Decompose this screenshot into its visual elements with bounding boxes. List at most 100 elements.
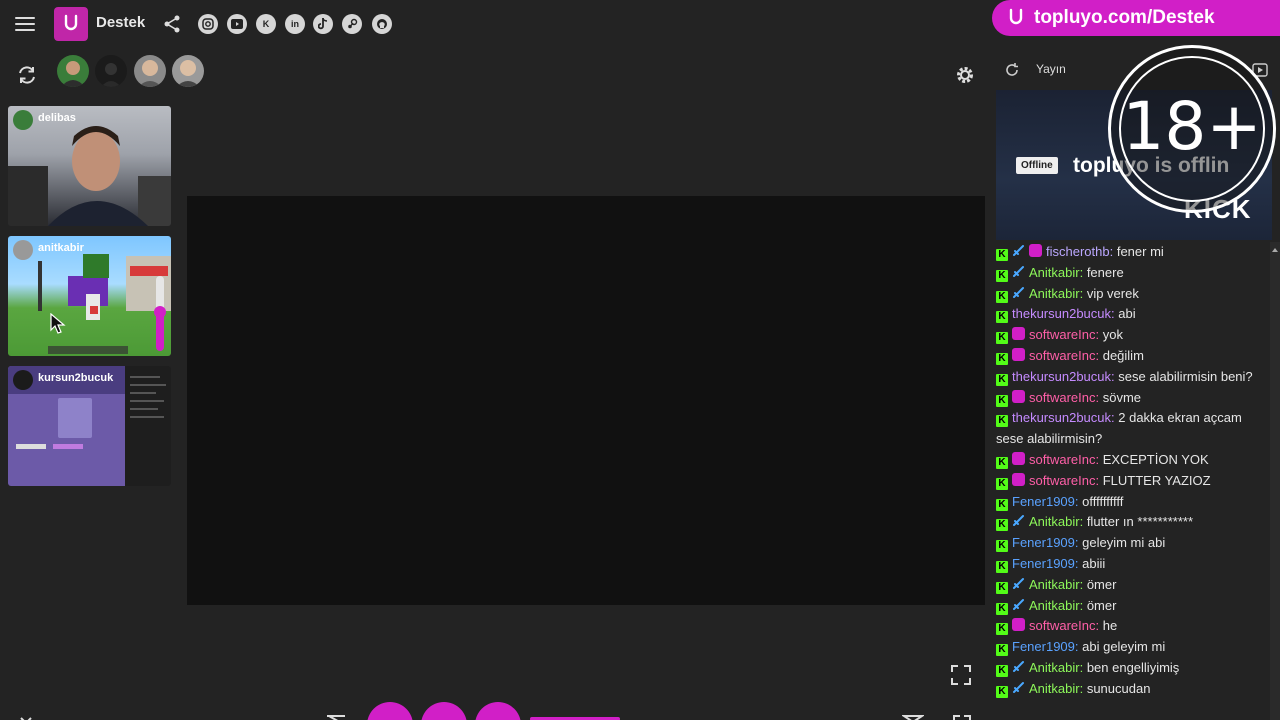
chat-separator: : bbox=[1095, 451, 1103, 467]
kick-badge-icon: K bbox=[996, 644, 1008, 657]
fullscreen-icon[interactable] bbox=[950, 664, 972, 686]
camera-tile-anitkabir[interactable]: anitkabir bbox=[8, 236, 171, 356]
kick-badge-icon: K bbox=[996, 311, 1008, 324]
webcam-preview bbox=[8, 126, 171, 226]
close-icon[interactable] bbox=[18, 716, 34, 720]
chat-username[interactable]: Fener1909 bbox=[1012, 556, 1075, 571]
mouse-cursor-icon bbox=[50, 313, 66, 334]
chat-message: K Anitkabir: ömer bbox=[996, 596, 1268, 617]
moderator-sword-icon bbox=[1013, 598, 1024, 610]
chat-message: Kthekursun2bucuk: abi bbox=[996, 304, 1268, 325]
camera-button[interactable] bbox=[475, 702, 521, 720]
chat-message: K Anitkabir: fenere bbox=[996, 263, 1268, 284]
kick-badge-icon: K bbox=[996, 664, 1008, 677]
topluyo-badge-icon bbox=[1012, 451, 1025, 465]
screen-share-button[interactable] bbox=[367, 702, 413, 720]
camera-tile-kursun2bucuk[interactable]: kursun2bucuk bbox=[8, 366, 171, 486]
age-badge-text: 18+ bbox=[1122, 88, 1262, 165]
instagram-icon[interactable] bbox=[198, 14, 218, 34]
expand-icon[interactable] bbox=[952, 714, 972, 720]
chat-username[interactable]: softwareInc bbox=[1029, 390, 1095, 405]
sync-icon[interactable] bbox=[16, 64, 38, 86]
gear-icon[interactable] bbox=[954, 64, 976, 86]
avatar[interactable] bbox=[95, 55, 127, 87]
kick-badge-icon: K bbox=[996, 269, 1008, 282]
chat-username[interactable]: thekursun2bucuk bbox=[1012, 410, 1111, 425]
menu-icon[interactable] bbox=[14, 14, 36, 34]
chat-username[interactable]: softwareInc bbox=[1029, 473, 1095, 488]
avatar[interactable] bbox=[134, 55, 166, 87]
stream-tab-label[interactable]: Yayın bbox=[1036, 62, 1066, 76]
chat-separator: : bbox=[1079, 680, 1087, 696]
chat-text: yok bbox=[1102, 327, 1123, 343]
chat-separator: : bbox=[1095, 472, 1103, 488]
topluyo-logo-icon bbox=[1009, 8, 1023, 25]
tiktok-icon[interactable] bbox=[313, 14, 333, 34]
youtube-icon[interactable] bbox=[227, 14, 247, 34]
chat-message: KsoftwareInc: EXCEPTİON YOK bbox=[996, 450, 1268, 471]
github-icon[interactable] bbox=[372, 14, 392, 34]
chat-message: K Anitkabir: flutter ın *********** bbox=[996, 512, 1268, 533]
chat-username[interactable]: Anitkabir bbox=[1029, 514, 1080, 529]
microphone-button[interactable] bbox=[421, 702, 467, 720]
kick-badge-icon: K bbox=[996, 560, 1008, 573]
screen-preview bbox=[8, 366, 171, 486]
chat-username[interactable]: Anitkabir bbox=[1029, 265, 1080, 280]
topluyo-badge-icon bbox=[1012, 618, 1025, 632]
chat-username[interactable]: softwareInc bbox=[1029, 452, 1095, 467]
chat-message: KsoftwareInc: FLUTTER YAZIOZ bbox=[996, 471, 1268, 492]
avatar[interactable] bbox=[172, 55, 204, 87]
topluyo-logo[interactable] bbox=[54, 7, 88, 41]
chat-separator: : bbox=[1095, 347, 1103, 363]
chat-text: fener mi bbox=[1116, 244, 1164, 259]
kick-badge-icon: K bbox=[996, 685, 1008, 698]
chat-username[interactable]: Fener1909 bbox=[1012, 535, 1075, 550]
participants-bar bbox=[0, 52, 992, 98]
chat-separator: : bbox=[1079, 285, 1087, 301]
chat-message: KsoftwareInc: sövme bbox=[996, 388, 1268, 409]
chat-username[interactable]: Fener1909 bbox=[1012, 639, 1075, 654]
moderator-sword-icon bbox=[1013, 245, 1024, 256]
avatar bbox=[13, 370, 33, 390]
chat-text: abi geleyim mi bbox=[1082, 639, 1166, 655]
moderator-sword-icon bbox=[1013, 515, 1024, 527]
share-icon[interactable] bbox=[162, 14, 182, 34]
support-banner[interactable]: topluyo.com/Destek bbox=[992, 0, 1280, 36]
top-bar: Destek K in bbox=[0, 0, 992, 48]
chat-username[interactable]: softwareInc bbox=[1029, 327, 1095, 342]
topluyo-badge-icon bbox=[1012, 347, 1025, 361]
chat-text: geleyim mi abi bbox=[1082, 535, 1166, 551]
camera-tile-delibas[interactable]: delibas bbox=[8, 106, 171, 226]
brand-name[interactable]: Destek bbox=[96, 14, 145, 31]
chat-message: K Anitkabir: ömer bbox=[996, 575, 1268, 596]
chat-username[interactable]: Anitkabir bbox=[1029, 660, 1080, 675]
topluyo-badge-icon bbox=[1029, 244, 1042, 257]
chat-username[interactable]: Anitkabir bbox=[1029, 598, 1080, 613]
chat-username[interactable]: Fener1909 bbox=[1012, 494, 1075, 509]
main-video-player[interactable] bbox=[187, 196, 985, 605]
chat-username[interactable]: softwareInc bbox=[1029, 618, 1095, 633]
chat-text: ömer bbox=[1086, 597, 1117, 613]
scroll-up-icon[interactable] bbox=[1270, 245, 1280, 255]
chat-username[interactable]: thekursun2bucuk bbox=[1012, 306, 1111, 321]
chat-separator: : bbox=[1095, 389, 1103, 405]
chat-username[interactable]: softwareInc bbox=[1029, 348, 1095, 363]
linkedin-icon[interactable]: in bbox=[285, 14, 305, 34]
avatar[interactable] bbox=[57, 55, 89, 87]
banner-text[interactable]: topluyo.com/Destek bbox=[1034, 7, 1215, 29]
chat-username[interactable]: fischerothb bbox=[1046, 244, 1110, 259]
chat-text: sövme bbox=[1102, 389, 1142, 405]
screen-off-icon[interactable] bbox=[325, 714, 347, 720]
chat-text: değilim bbox=[1102, 347, 1144, 363]
mail-icon[interactable] bbox=[902, 714, 924, 720]
chat-scrollbar[interactable] bbox=[1270, 242, 1280, 720]
chat-username[interactable]: Anitkabir bbox=[1029, 681, 1080, 696]
refresh-icon[interactable] bbox=[1004, 62, 1020, 78]
kick-icon[interactable]: K bbox=[256, 14, 276, 34]
chat-message: Kthekursun2bucuk: 2 dakka ekran açcam se… bbox=[996, 408, 1268, 450]
kick-badge-icon: K bbox=[996, 477, 1008, 490]
chat-username[interactable]: Anitkabir bbox=[1029, 577, 1080, 592]
chat-username[interactable]: Anitkabir bbox=[1029, 286, 1080, 301]
steam-icon[interactable] bbox=[342, 14, 362, 34]
chat-username[interactable]: thekursun2bucuk bbox=[1012, 369, 1111, 384]
